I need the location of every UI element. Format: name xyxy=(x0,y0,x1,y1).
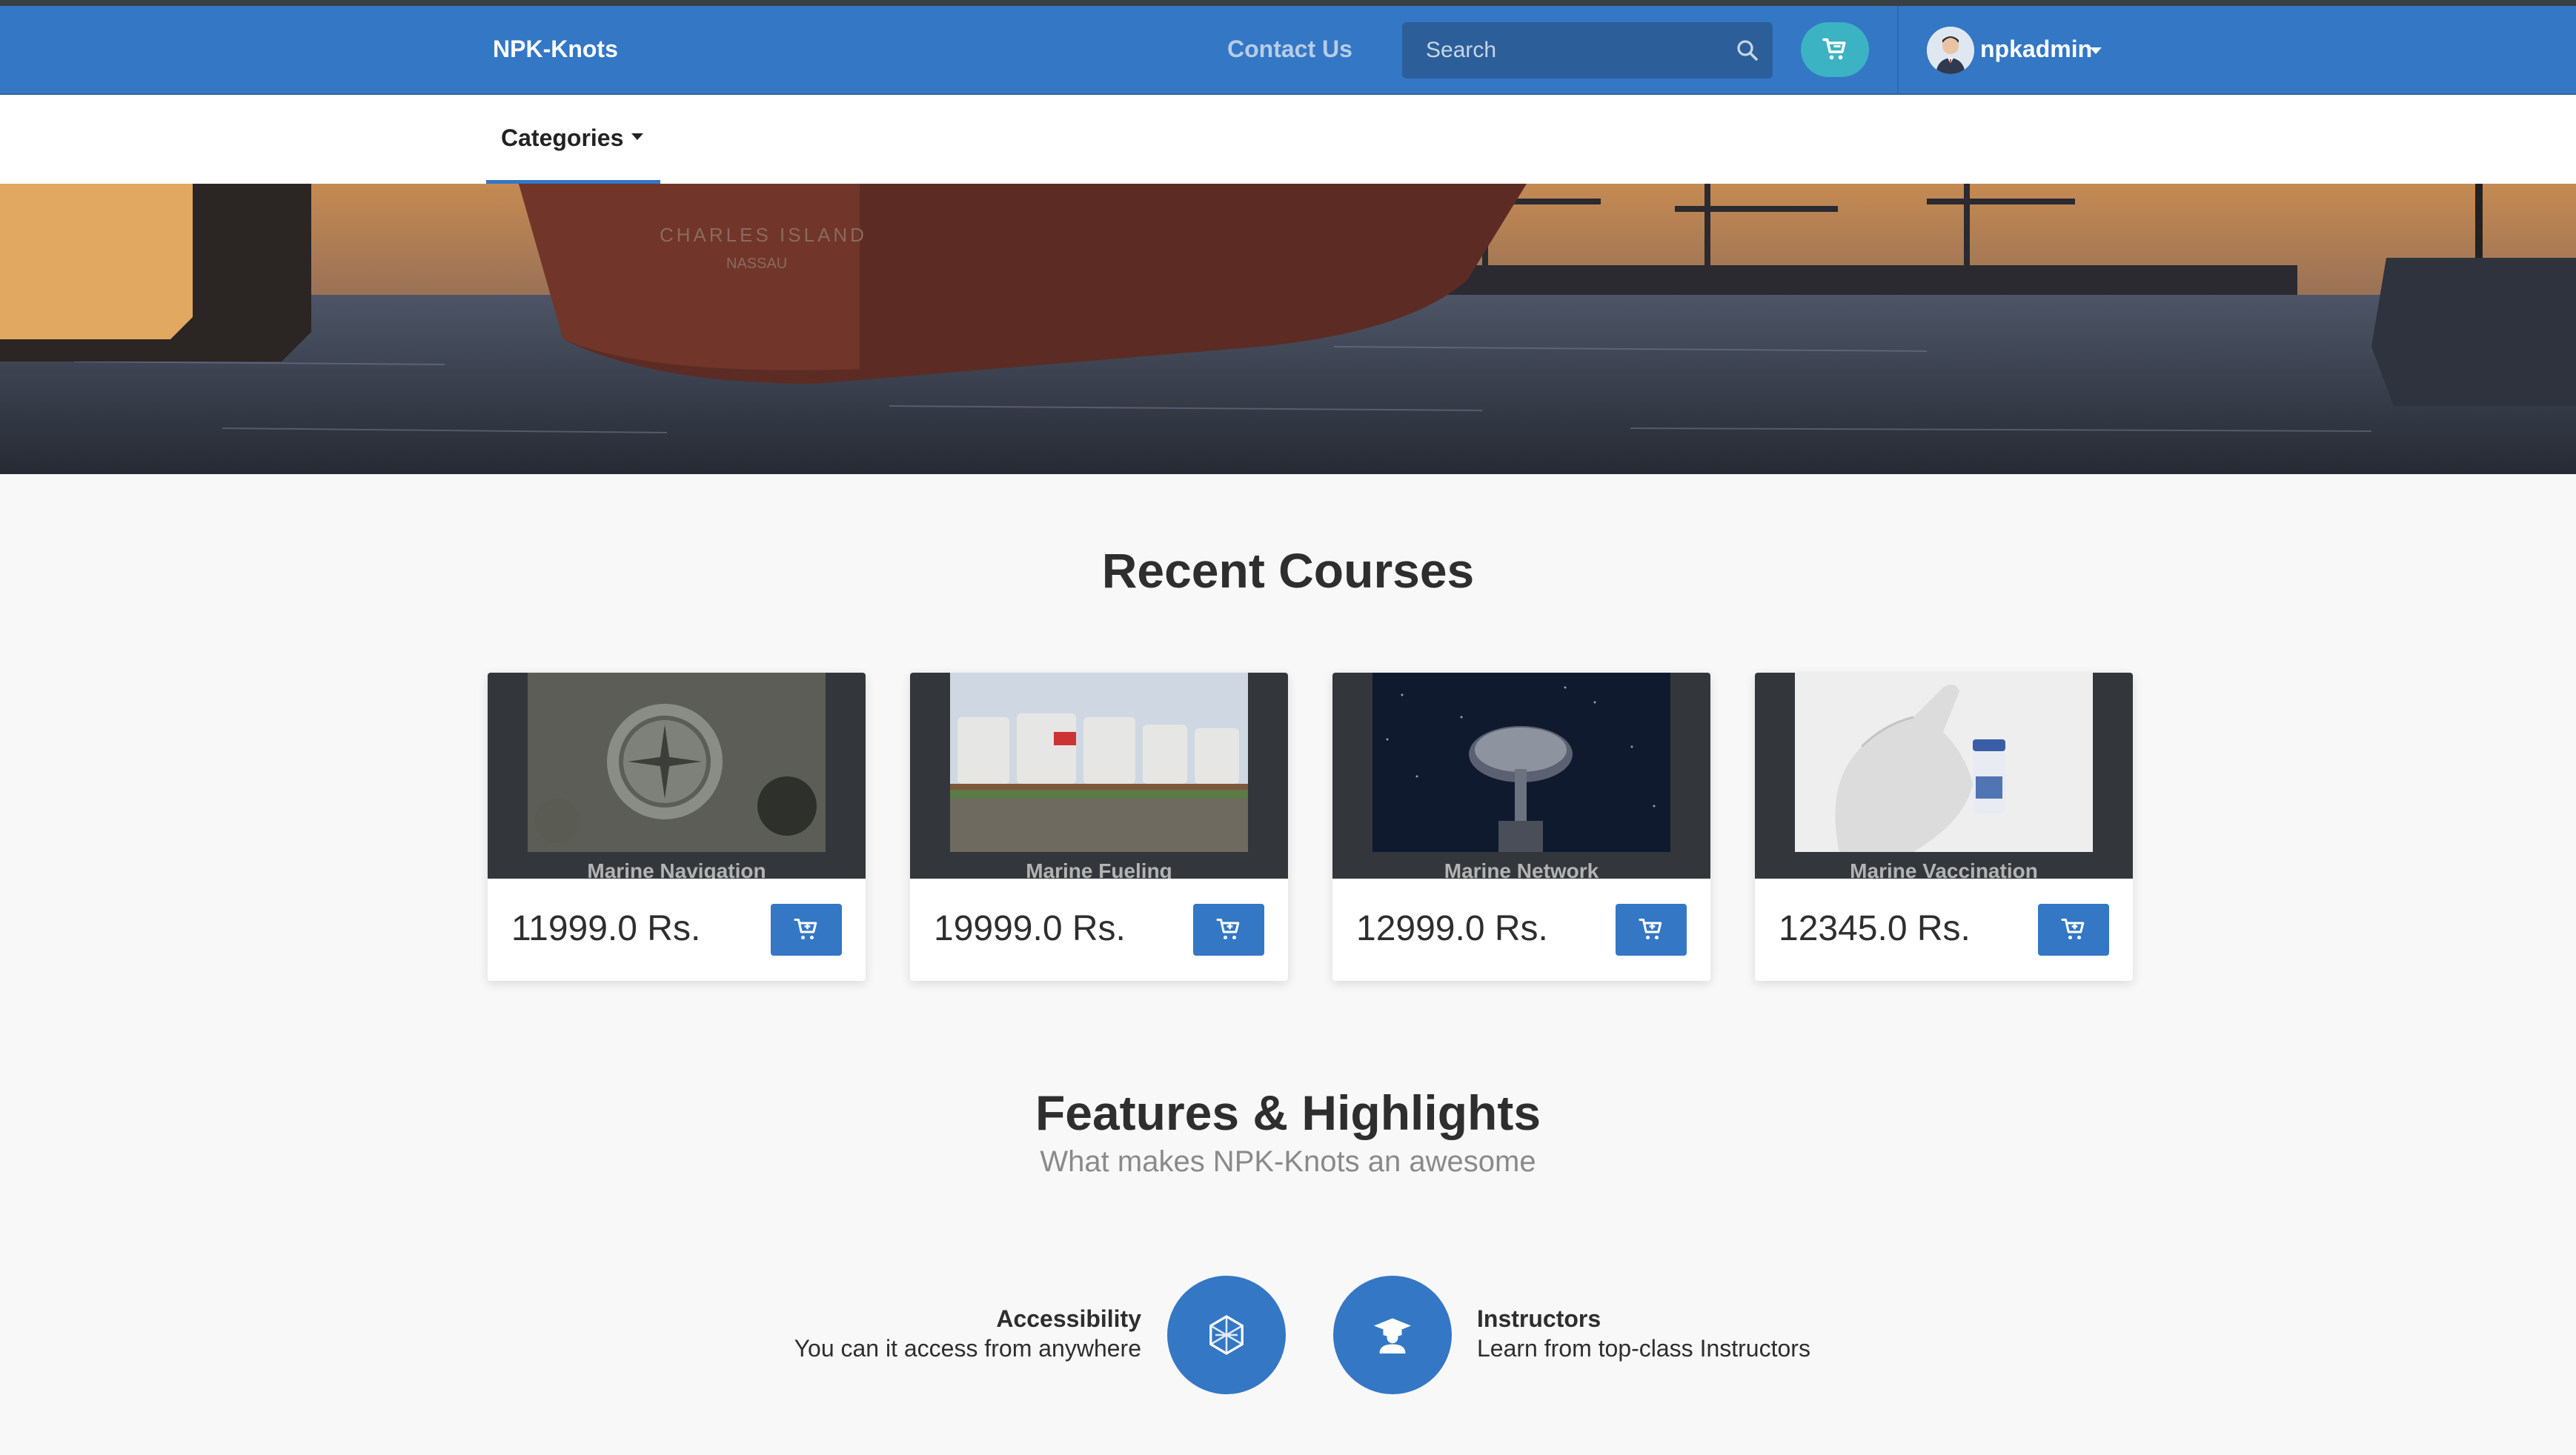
cart-icon xyxy=(1822,38,1846,60)
brand-link[interactable]: NPK-Knots xyxy=(493,36,618,63)
course-thumbnail xyxy=(528,673,826,852)
search-icon[interactable] xyxy=(1734,37,1761,64)
add-to-cart-button[interactable] xyxy=(1193,904,1264,956)
feature-icon-badge xyxy=(1333,1276,1452,1394)
course-card-header: Marine Navigation xyxy=(488,673,866,879)
svg-text:CHARLES ISLAND: CHARLES ISLAND xyxy=(660,224,867,246)
course-price: 12345.0 Rs. xyxy=(1779,909,1971,948)
course-price: 19999.0 Rs. xyxy=(934,909,1126,948)
hexagon-globe-icon xyxy=(1209,1315,1244,1355)
svg-text:NASSAU: NASSAU xyxy=(726,256,787,272)
add-to-cart-button[interactable] xyxy=(1616,904,1687,956)
avatar[interactable] xyxy=(1927,27,1974,74)
feature-description: Learn from top-class Instructors xyxy=(1477,1335,1810,1362)
course-thumbnail xyxy=(950,673,1248,852)
categories-bar: Categories xyxy=(0,95,2576,184)
course-price: 11999.0 Rs. xyxy=(511,909,701,948)
hero-banner: CHARLES ISLAND NASSAU xyxy=(0,184,2576,474)
categories-label: Categories xyxy=(501,124,624,151)
navbar: NPK-Knots Contact Us npkadmin xyxy=(0,6,2576,95)
course-card[interactable]: Marine Network 12999.0 Rs. xyxy=(1332,673,1710,981)
course-title: Marine Vaccination xyxy=(1850,859,2038,879)
window-top-strip xyxy=(0,0,2576,6)
course-title: Marine Navigation xyxy=(587,859,766,879)
contact-us-link[interactable]: Contact Us xyxy=(1227,36,1352,63)
feature-description: You can it access from anywhere xyxy=(794,1335,1141,1362)
course-price: 12999.0 Rs. xyxy=(1356,909,1548,948)
course-card[interactable]: Marine Fueling 19999.0 Rs. xyxy=(910,673,1288,981)
recent-courses-heading: Recent Courses xyxy=(1101,543,1475,598)
feature-icon-badge xyxy=(1167,1276,1286,1394)
course-card-header: Marine Vaccination xyxy=(1755,673,2133,879)
course-title: Marine Fueling xyxy=(1026,859,1172,879)
categories-dropdown[interactable]: Categories xyxy=(486,95,660,184)
course-card[interactable]: Marine Navigation 11999.0 Rs. xyxy=(488,673,866,981)
chevron-down-icon[interactable] xyxy=(2090,47,2102,54)
feature-title: Accessibility xyxy=(996,1305,1141,1332)
chevron-down-icon xyxy=(631,133,643,140)
graduate-icon xyxy=(1374,1318,1411,1354)
cart-icon xyxy=(794,919,817,940)
add-to-cart-button[interactable] xyxy=(771,904,842,956)
add-to-cart-button[interactable] xyxy=(2038,904,2109,956)
search-box xyxy=(1402,22,1773,79)
navbar-divider xyxy=(1897,6,1899,95)
course-card[interactable]: Marine Vaccination 12345.0 Rs. xyxy=(1755,673,2133,981)
cart-button[interactable] xyxy=(1801,22,1869,77)
cart-icon xyxy=(2061,919,2085,940)
course-thumbnail xyxy=(1372,673,1670,852)
cart-icon xyxy=(1216,919,1240,940)
course-card-header: Marine Network xyxy=(1332,673,1710,879)
username-dropdown[interactable]: npkadmin xyxy=(1980,36,2092,63)
course-title: Marine Network xyxy=(1444,859,1599,879)
search-input[interactable] xyxy=(1402,22,1728,79)
features-heading: Features & Highlights xyxy=(1035,1085,1541,1140)
course-thumbnail xyxy=(1795,673,2093,852)
course-card-header: Marine Fueling xyxy=(910,673,1288,879)
features-subheading: What makes NPK-Knots an awesome xyxy=(1040,1145,1536,1178)
cart-icon xyxy=(1639,919,1662,940)
feature-title: Instructors xyxy=(1477,1305,1601,1332)
